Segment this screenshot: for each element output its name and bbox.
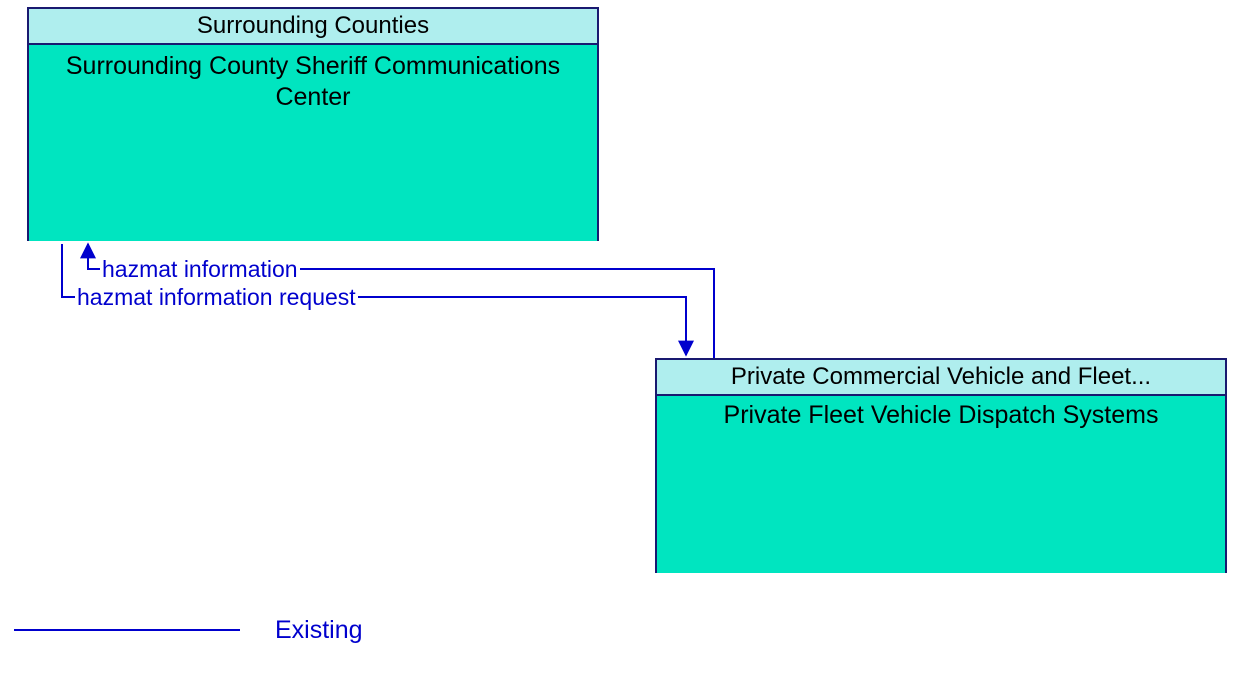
- entity-box-private-fleet-dispatch: Private Commercial Vehicle and Fleet... …: [655, 358, 1227, 573]
- flow-text: hazmat information: [102, 256, 298, 282]
- entity-header-label: Private Commercial Vehicle and Fleet...: [731, 363, 1151, 390]
- entity-body-label: Surrounding County Sheriff Communication…: [37, 47, 589, 114]
- flow-text: hazmat information request: [77, 284, 356, 310]
- entity-body: Surrounding County Sheriff Communication…: [29, 45, 597, 241]
- entity-header-label: Surrounding Counties: [197, 12, 429, 39]
- legend-label-existing: Existing: [275, 616, 363, 645]
- entity-body-label: Private Fleet Vehicle Dispatch Systems: [665, 398, 1217, 431]
- entity-box-surrounding-county-sheriff: Surrounding Counties Surrounding County …: [27, 7, 599, 241]
- entity-header: Private Commercial Vehicle and Fleet...: [657, 360, 1225, 396]
- flow-label-hazmat-information: hazmat information: [100, 256, 300, 283]
- architecture-diagram: Surrounding Counties Surrounding County …: [0, 0, 1252, 688]
- entity-header: Surrounding Counties: [29, 9, 597, 45]
- entity-body: Private Fleet Vehicle Dispatch Systems: [657, 396, 1225, 573]
- legend-text: Existing: [275, 616, 363, 644]
- flow-label-hazmat-information-request: hazmat information request: [75, 284, 358, 311]
